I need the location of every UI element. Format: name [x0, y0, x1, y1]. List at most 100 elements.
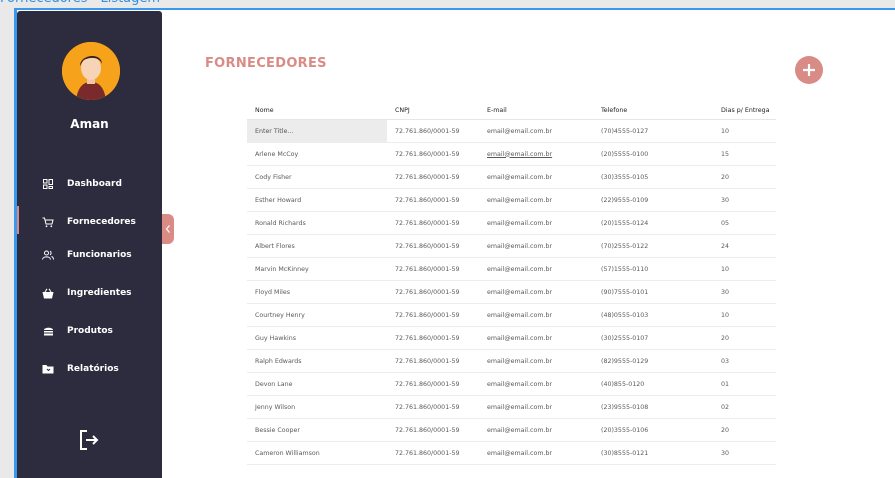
sidebar-item-label: Ingredientes — [67, 288, 132, 298]
table-row[interactable]: Marvin McKinney 72.761.860/0001-59 email@e… — [247, 257, 776, 281]
cnpj-cell: 72.761.860/0001-59 — [387, 372, 479, 396]
table-row[interactable]: Floyd Miles 72.761.860/0001-59 email@email… — [247, 280, 776, 304]
basket-icon — [41, 286, 55, 300]
table-row[interactable]: Cody Fisher 72.761.860/0001-59 email@email… — [247, 165, 776, 189]
email-cell[interactable]: email@email.com.br — [479, 188, 593, 212]
cnpj-cell: 72.761.860/0001-59 — [387, 303, 479, 327]
cnpj-cell: 72.761.860/0001-59 — [387, 188, 479, 212]
phone-cell: (57)1555-0110 — [593, 257, 713, 281]
sidebar-item-ingredientes[interactable]: Ingredientes — [17, 282, 162, 304]
sidebar-item-produtos[interactable]: Produtos — [17, 320, 162, 342]
name-input[interactable]: Enter Title... — [247, 119, 387, 143]
email-cell[interactable]: email@email.com.br — [479, 165, 593, 189]
table-row[interactable]: Ronald Richards 72.761.860/0001-59 email@e… — [247, 211, 776, 235]
table-row[interactable]: Esther Howard 72.761.860/0001-59 email@ema… — [247, 188, 776, 212]
name-cell: Jenny Wilson — [247, 395, 387, 419]
days-cell: 20 — [713, 165, 776, 189]
table-row[interactable]: Ralph Edwards 72.761.860/0001-59 email@ema… — [247, 349, 776, 373]
phone-cell: (48)0555-0103 — [593, 303, 713, 327]
add-supplier-button[interactable] — [795, 56, 823, 84]
page-title: FORNECEDORES — [205, 56, 327, 71]
column-header-dias-entrega[interactable]: Dias p/ Entrega — [713, 101, 776, 120]
sidebar-collapse-button[interactable] — [162, 214, 174, 244]
table-row[interactable]: Guy Hawkins 72.761.860/0001-59 email@email… — [247, 326, 776, 350]
phone-cell: (70)4555-0127 — [593, 119, 713, 143]
email-cell[interactable]: email@email.com.br — [479, 234, 593, 258]
table-row[interactable]: Courtney Henry 72.761.860/0001-59 email@em… — [247, 303, 776, 327]
sidebar-item-relatorios[interactable]: Relatórios — [17, 358, 162, 380]
phone-cell: (82)9555-0129 — [593, 349, 713, 373]
table-row[interactable]: Albert Flores 72.761.860/0001-59 email@ema… — [247, 234, 776, 258]
email-cell[interactable]: email@email.com.br — [479, 326, 593, 350]
logout-icon — [80, 430, 99, 450]
sidebar: Aman Dashboard Fornecedores Funcionarios… — [17, 11, 162, 478]
name-cell: Marvin McKinney — [247, 257, 387, 281]
days-cell: 20 — [713, 418, 776, 442]
phone-cell: (20)3555-0106 — [593, 418, 713, 442]
email-cell[interactable]: email@email.com.br — [479, 395, 593, 419]
email-cell[interactable]: email@email.com.br — [479, 349, 593, 373]
email-cell[interactable]: email@email.com.br — [479, 441, 593, 465]
column-header-cnpj[interactable]: CNPJ — [387, 101, 479, 120]
sidebar-item-fornecedores[interactable]: Fornecedores — [17, 206, 162, 234]
email-cell[interactable]: email@email.com.br — [479, 142, 593, 166]
name-cell: Floyd Miles — [247, 280, 387, 304]
cnpj-cell: 72.761.860/0001-59 — [387, 349, 479, 373]
logout-button[interactable] — [78, 429, 100, 451]
plus-icon — [803, 64, 815, 76]
phone-cell: (30)2555-0107 — [593, 326, 713, 350]
cnpj-cell: 72.761.860/0001-59 — [387, 395, 479, 419]
name-cell: Albert Flores — [247, 234, 387, 258]
name-cell: Esther Howard — [247, 188, 387, 212]
name-cell: Ronald Richards — [247, 211, 387, 235]
email-cell[interactable]: email@email.com.br — [479, 280, 593, 304]
phone-cell: (40)855-0120 — [593, 372, 713, 396]
cnpj-cell: 72.761.860/0001-59 — [387, 257, 479, 281]
cart-icon — [41, 215, 55, 229]
phone-cell: (90)7555-0101 — [593, 280, 713, 304]
table-row[interactable]: Bessie Cooper 72.761.860/0001-59 email@ema… — [247, 418, 776, 442]
cnpj-cell: 72.761.860/0001-59 — [387, 165, 479, 189]
table-row[interactable]: Devon Lane 72.761.860/0001-59 email@email.… — [247, 372, 776, 396]
days-cell: 10 — [713, 303, 776, 327]
table-row[interactable]: Cameron Williamson 72.761.860/0001-59 emai… — [247, 441, 776, 465]
cnpj-cell: 72.761.860/0001-59 — [387, 326, 479, 350]
phone-cell: (22)9555-0109 — [593, 188, 713, 212]
column-header-telefone[interactable]: Telefone — [593, 101, 713, 120]
cnpj-cell: 72.761.860/0001-59 — [387, 441, 479, 465]
days-cell: 10 — [713, 119, 776, 143]
email-cell[interactable]: email@email.com.br — [479, 211, 593, 235]
column-header-nome[interactable]: Nome — [247, 101, 387, 120]
avatar[interactable] — [62, 42, 120, 100]
table-row[interactable]: Jenny Wilson 72.761.860/0001-59 email@emai… — [247, 395, 776, 419]
cake-icon — [41, 324, 55, 338]
dashboard-icon — [41, 177, 55, 191]
table-row[interactable]: Enter Title... 72.761.860/0001-59 email@… — [247, 119, 776, 143]
table-row[interactable]: Arlene McCoy 72.761.860/0001-59 email@emai… — [247, 142, 776, 166]
sidebar-item-funcionarios[interactable]: Funcionarios — [17, 244, 162, 266]
sidebar-item-dashboard[interactable]: Dashboard — [17, 173, 162, 195]
name-cell: Devon Lane — [247, 372, 387, 396]
email-cell[interactable]: email@email.com.br — [479, 257, 593, 281]
days-cell: 24 — [713, 234, 776, 258]
phone-cell: (70)2555-0122 — [593, 234, 713, 258]
email-cell[interactable]: email@email.com.br — [479, 372, 593, 396]
days-cell: 10 — [713, 257, 776, 281]
days-cell: 20 — [713, 326, 776, 350]
sidebar-item-label: Funcionarios — [67, 250, 132, 260]
email-cell[interactable]: email@email.com.br — [479, 303, 593, 327]
email-cell[interactable]: email@email.com.br — [479, 418, 593, 442]
cnpj-cell: 72.761.860/0001-59 — [387, 234, 479, 258]
days-cell: 30 — [713, 280, 776, 304]
chevron-left-icon — [165, 225, 170, 233]
days-cell: 05 — [713, 211, 776, 235]
name-cell: Bessie Cooper — [247, 418, 387, 442]
email-cell: email@email.com.br — [479, 119, 593, 143]
column-header-email[interactable]: E-mail — [479, 101, 593, 120]
user-name: Aman — [70, 117, 109, 131]
cnpj-cell: 72.761.860/0001-59 — [387, 418, 479, 442]
name-cell: Ralph Edwards — [247, 349, 387, 373]
phone-cell: (30)3555-0105 — [593, 165, 713, 189]
days-cell: 30 — [713, 188, 776, 212]
phone-cell: (23)9555-0108 — [593, 395, 713, 419]
